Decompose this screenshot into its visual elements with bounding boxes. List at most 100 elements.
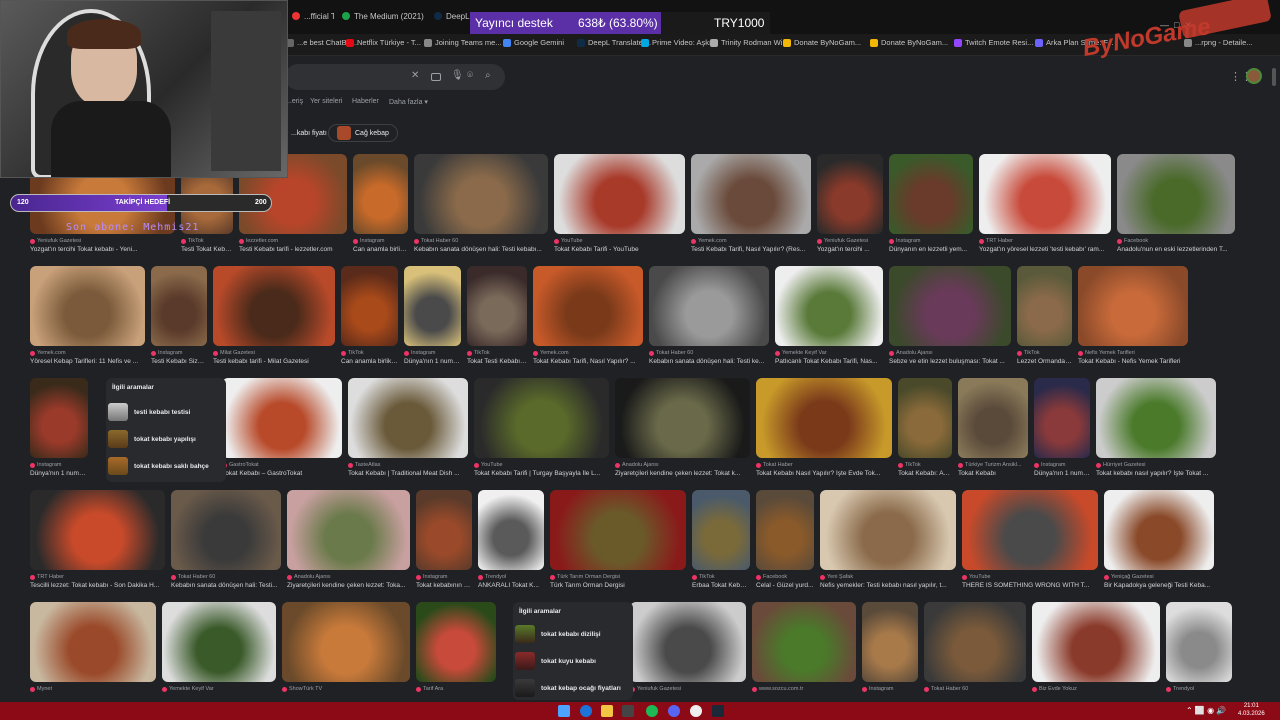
image-result[interactable]: GastroTokat Tokat Kebabı – GastroTokat xyxy=(222,378,342,482)
keyboard-icon[interactable] xyxy=(431,73,441,81)
image-source[interactable]: Instagram xyxy=(1034,462,1090,468)
image-result[interactable]: Türkiye Turizm Ansikl... Tokat Kebabı xyxy=(958,378,1028,482)
image-result[interactable]: Yeni Şafak Nefis yemekler: Testi kebabı n… xyxy=(820,490,956,594)
image-caption[interactable]: Erbaa Tokat Kebab... xyxy=(692,582,750,589)
image-caption[interactable]: Kebabın sanata dönüşen hali: Testi kebab… xyxy=(414,246,548,253)
image-source[interactable]: Instagram xyxy=(862,686,918,692)
image-thumbnail[interactable] xyxy=(1166,602,1232,682)
image-source[interactable]: Mynet xyxy=(30,686,156,692)
image-caption[interactable]: ANKARALI Tokat K... xyxy=(478,582,544,589)
image-thumbnail[interactable] xyxy=(649,266,769,346)
image-caption[interactable]: Anadolu'nun en eski lezzetlerinden T... xyxy=(1117,246,1235,253)
image-thumbnail[interactable] xyxy=(162,602,276,682)
image-source[interactable]: Instagram xyxy=(353,238,408,244)
image-caption[interactable]: Tokat Kebabı xyxy=(958,470,1028,477)
image-result[interactable]: Instagram xyxy=(862,602,918,706)
image-result[interactable]: TRT Haber Tescilli lezzet: Tokat kebabı -… xyxy=(30,490,165,594)
image-thumbnail[interactable] xyxy=(692,490,750,570)
nav-tab[interactable]: ...eriş xyxy=(286,98,303,105)
image-source[interactable]: Facebook xyxy=(756,574,814,580)
image-caption[interactable]: Tescilli lezzet: Tokat kebabı - Son Daki… xyxy=(30,582,165,589)
image-caption[interactable]: Tokat Kebabı | Traditional Meat Dish ... xyxy=(348,470,468,477)
image-thumbnail[interactable] xyxy=(213,266,335,346)
bookmark-item[interactable]: DeepL Translate:... xyxy=(577,38,651,47)
image-thumbnail[interactable] xyxy=(958,378,1028,458)
nav-tab[interactable]: Haberler xyxy=(352,98,379,105)
image-result[interactable]: Instagram Tokat kebabının m... xyxy=(416,490,472,594)
image-source[interactable]: Tokat Haber xyxy=(756,462,892,468)
image-result[interactable]: TikTok Lezzet Ormanda T... xyxy=(1017,266,1072,370)
image-source[interactable]: Yemekte Keyif Var xyxy=(162,686,276,692)
bookmark-item[interactable]: Prime Video: Aşkı... xyxy=(641,38,717,47)
image-thumbnail[interactable] xyxy=(222,378,342,458)
image-source[interactable]: Yemekte Keyif Var xyxy=(775,350,883,356)
image-source[interactable]: Anadolu Ajansı xyxy=(287,574,410,580)
image-caption[interactable]: Tokat Kebabı Tarifi - YouTube xyxy=(554,246,685,253)
image-caption[interactable]: Yozgat'ın tercihi ... xyxy=(817,246,883,253)
image-thumbnail[interactable] xyxy=(416,602,496,682)
related-search-item[interactable]: testi kebabı testisi xyxy=(108,402,190,422)
image-caption[interactable]: THERE IS SOMETHING WRONG WITH T... xyxy=(962,582,1098,589)
image-source[interactable]: TasteAtlas xyxy=(348,462,468,468)
tray-icons[interactable]: ⌃ ⬜ ◉ 🔊 xyxy=(1186,706,1226,715)
image-result[interactable]: Instagram Testi Kebabı Sizce ... xyxy=(151,266,207,370)
image-source[interactable]: Tokat Haber 60 xyxy=(171,574,281,580)
image-thumbnail[interactable] xyxy=(889,154,973,234)
image-caption[interactable]: Yöresel Kebap Tarifleri: 11 Nefis ve ... xyxy=(30,358,145,365)
image-result[interactable]: Yemekte Keyif Var Patlıcanlı Tokat Kebabı… xyxy=(775,266,883,370)
image-source[interactable]: TikTok xyxy=(181,238,233,244)
image-caption[interactable]: Tokat Testi Kebabı N... xyxy=(467,358,527,365)
image-source[interactable]: TikTok xyxy=(898,462,952,468)
image-thumbnail[interactable] xyxy=(817,154,883,234)
image-thumbnail[interactable] xyxy=(416,490,472,570)
image-thumbnail[interactable] xyxy=(550,490,686,570)
image-caption[interactable]: Testi Kebabı Tarifi, Nasıl Yapılır? (Res… xyxy=(691,246,811,253)
active-window-icon[interactable] xyxy=(622,705,634,717)
image-thumbnail[interactable] xyxy=(756,378,892,458)
image-source[interactable]: Trendyol xyxy=(1166,686,1232,692)
image-source[interactable]: TikTok xyxy=(467,350,527,356)
image-caption[interactable]: Testi Tokat Kebabı ... xyxy=(181,246,233,253)
image-source[interactable]: Instagram xyxy=(889,238,973,244)
camera-search-icon[interactable]: ⌾ xyxy=(467,70,473,81)
image-thumbnail[interactable] xyxy=(862,602,918,682)
image-result[interactable]: Anadolu Ajansı Ziyaretçileri kendine çeke… xyxy=(287,490,410,594)
image-caption[interactable]: Testi Kebabı Sizce ... xyxy=(151,358,207,365)
image-caption[interactable]: Ziyaretçileri kendine çeken lezzet: Toka… xyxy=(287,582,410,589)
image-thumbnail[interactable] xyxy=(30,266,145,346)
image-result[interactable]: ShowTürk TV xyxy=(282,602,410,706)
image-result[interactable]: Tarif Ara xyxy=(416,602,496,706)
image-result[interactable]: Facebook Celal - Güzel yurd... xyxy=(756,490,814,594)
image-caption[interactable]: Türk Tarım Orman Dergisi xyxy=(550,582,686,589)
image-result[interactable]: Türk Tarım Orman Dergisi Türk Tarım Orman… xyxy=(550,490,686,594)
related-search-item[interactable]: tokat kebabı dizilişi xyxy=(515,624,601,644)
image-thumbnail[interactable] xyxy=(820,490,956,570)
image-result[interactable]: Facebook Anadolu'nun en eski lezzetlerind… xyxy=(1117,154,1235,258)
bookmark-item[interactable]: Trinity Rodman Wi... xyxy=(710,38,789,47)
image-thumbnail[interactable] xyxy=(756,490,814,570)
image-source[interactable]: YouTube xyxy=(474,462,609,468)
image-caption[interactable]: Testi kebabı tarifi - Milat Gazetesi xyxy=(213,358,335,365)
image-thumbnail[interactable] xyxy=(1034,378,1090,458)
spotify-icon[interactable] xyxy=(646,705,658,717)
edge-icon[interactable] xyxy=(580,705,592,717)
image-source[interactable]: YouTube xyxy=(554,238,685,244)
bookmark-item[interactable]: Google Gemini xyxy=(503,38,564,47)
image-thumbnail[interactable] xyxy=(1117,154,1235,234)
image-thumbnail[interactable] xyxy=(889,266,1011,346)
microphone-icon[interactable]: 🎙 xyxy=(451,70,464,81)
image-result[interactable]: Anadolu Ajansı Ziyaretçileri kendine çeke… xyxy=(615,378,750,482)
image-thumbnail[interactable] xyxy=(474,378,609,458)
image-caption[interactable]: Bir Kapadokya geleneği Testi Keba... xyxy=(1104,582,1214,589)
image-result[interactable]: TikTok Tokat Kebabı: Ana... xyxy=(898,378,952,482)
image-thumbnail[interactable] xyxy=(615,378,750,458)
browser-tab[interactable]: ...fficial Traile xyxy=(286,4,334,28)
image-caption[interactable]: Dünya'nın 1 numar... xyxy=(404,358,461,365)
image-result[interactable]: Tokat Haber 60 Kebabın sanata dönüşen hal… xyxy=(649,266,769,370)
bookmark-item[interactable]: Donate ByNoGam... xyxy=(870,38,948,47)
image-thumbnail[interactable] xyxy=(630,602,746,682)
image-caption[interactable]: Dünyanın en lezzetli yem... xyxy=(889,246,973,253)
image-thumbnail[interactable] xyxy=(1017,266,1072,346)
bookmark-item[interactable]: Joining Teams me... xyxy=(424,38,502,47)
image-result[interactable]: Yeniufuk Gazetesi xyxy=(630,602,746,706)
